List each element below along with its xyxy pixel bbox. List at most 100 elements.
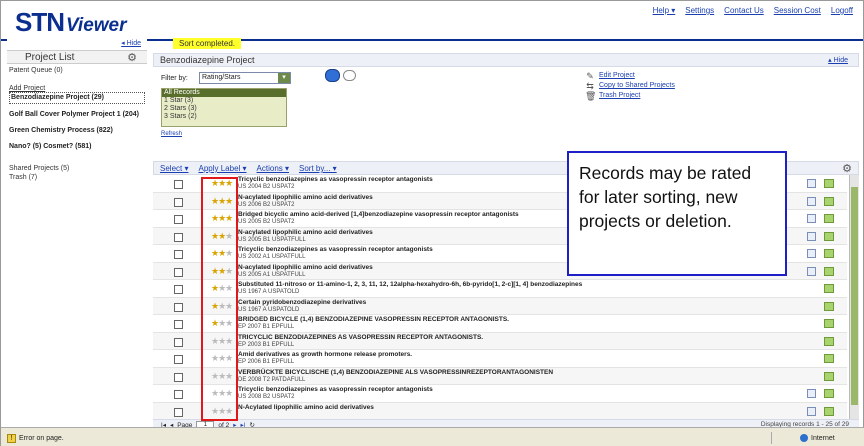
records-option[interactable]: 1 Star (3) (162, 97, 286, 105)
copy-to-shared-link[interactable]: Copy to Shared Projects (599, 81, 675, 91)
nav-help[interactable]: Help ▾ (653, 6, 676, 15)
actions-menu[interactable]: Actions ▾ (257, 164, 289, 173)
full-text-icon[interactable] (824, 196, 834, 206)
table-row[interactable]: ★★★ TRICYCLIC BENZODIAZEPINES AS VASOPRES… (153, 332, 847, 350)
full-text-icon[interactable] (824, 214, 834, 223)
project-item-green-chemistry[interactable]: Green Chemistry Process (822) (9, 127, 147, 135)
row-checkbox[interactable] (174, 355, 183, 364)
full-text-icon[interactable] (824, 319, 834, 328)
full-text-icon[interactable] (824, 336, 834, 346)
record-title[interactable]: Substituted 11-nitroso or 11-amino-1, 2,… (238, 281, 582, 288)
document-icon[interactable] (807, 179, 816, 188)
record-title[interactable]: Tricyclic benzodiazepines as vasopressin… (238, 386, 433, 393)
record-title[interactable]: N-acylated lipophilic amino acid derivat… (238, 229, 373, 236)
row-checkbox[interactable] (174, 390, 183, 399)
full-text-icon[interactable] (824, 231, 834, 241)
record-title[interactable]: Bridged bicyclic amino acid-derived [1,4… (238, 211, 519, 218)
row-checkbox[interactable] (174, 232, 183, 242)
document-icon[interactable] (807, 266, 816, 276)
record-title[interactable]: N-acylated lipophilic amino acid derivat… (238, 264, 373, 271)
filter-select[interactable]: Rating/Stars ▾ (199, 72, 291, 84)
document-icon[interactable] (807, 196, 816, 206)
row-checkbox[interactable] (174, 407, 183, 417)
table-row[interactable]: ★★★ Tricyclic benzodiazepines as vasopres… (153, 385, 847, 403)
warning-icon[interactable]: ! (7, 434, 16, 443)
project-item-nano[interactable]: Nano? (5) Cosmet? (581) (9, 143, 147, 151)
document-icon[interactable] (807, 231, 816, 241)
table-row[interactable]: ★★★ N-Acylated lipophilic amino acid deri… (153, 402, 847, 419)
chevron-down-icon[interactable]: ▾ (278, 73, 290, 83)
nav-logoff[interactable]: Logoff (831, 6, 853, 15)
document-icon[interactable] (807, 214, 816, 223)
gear-icon[interactable]: ⚙ (127, 51, 137, 64)
record-title[interactable]: Tricyclic benzodiazepines as vasopressin… (238, 246, 433, 253)
sort-by-menu[interactable]: Sort by... ▾ (299, 164, 337, 173)
row-checkbox[interactable] (174, 197, 183, 207)
row-checkbox[interactable] (174, 180, 183, 189)
record-title[interactable]: Tricyclic benzodiazepines as vasopressin… (238, 176, 433, 183)
view-toggle[interactable] (325, 69, 359, 83)
trash-project-link[interactable]: Trash Project (599, 91, 640, 101)
row-checkbox[interactable] (174, 302, 183, 312)
nav-contact-us[interactable]: Contact Us (724, 6, 764, 15)
document-icon[interactable] (807, 249, 816, 258)
record-title[interactable]: Certain pyridobenzodiazepine derivatives (238, 299, 366, 306)
row-checkbox[interactable] (174, 215, 183, 224)
status-error-text[interactable]: Error on page. (19, 435, 64, 442)
table-row[interactable]: ★★★ Amid derivatives as growth hormone re… (153, 350, 847, 368)
trash[interactable]: Trash (7) (9, 174, 37, 182)
apply-label-menu[interactable]: Apply Label ▾ (198, 164, 246, 173)
gear-icon[interactable]: ⚙ (842, 162, 852, 175)
record-title[interactable]: N-acylated lipophilic amino acid derivat… (238, 194, 373, 201)
table-row[interactable]: ★★★ BRIDGED BICYCLE (1,4) BENZODIAZEPINE … (153, 315, 847, 333)
hide-project-details-link[interactable]: ▴ Hide (828, 56, 848, 64)
browser-status-bar: ! Error on page. Internet (1, 427, 864, 446)
full-text-icon[interactable] (824, 249, 834, 258)
row-checkbox[interactable] (174, 337, 183, 347)
records-option[interactable]: 3 Stars (2) (162, 113, 286, 121)
nav-settings[interactable]: Settings (685, 6, 714, 15)
records-filter-list[interactable]: All Records 1 Star (3) 2 Stars (3) 3 Sta… (161, 88, 287, 127)
patent-queue[interactable]: Patent Queue (0) (9, 67, 63, 75)
select-menu[interactable]: Select ▾ (160, 164, 188, 173)
record-title[interactable]: VERBRÜCKTE BICYCLISCHE (1,4) BENZODIAZEP… (238, 369, 553, 376)
full-text-icon[interactable] (824, 354, 834, 363)
document-icon[interactable] (807, 389, 816, 398)
row-checkbox[interactable] (174, 250, 183, 259)
project-item-golf-ball[interactable]: Golf Ball Cover Polymer Project 1 (204) (9, 111, 147, 119)
full-text-icon[interactable] (824, 301, 834, 311)
table-row[interactable]: ★★★ VERBRÜCKTE BICYCLISCHE (1,4) BENZODIA… (153, 367, 847, 385)
document-icon[interactable] (807, 406, 816, 416)
records-option[interactable]: 2 Stars (3) (162, 105, 286, 113)
rating-highlight-box (201, 177, 238, 421)
row-checkbox[interactable] (174, 267, 183, 277)
toggle-on-icon[interactable] (325, 69, 340, 82)
full-text-icon[interactable] (824, 179, 834, 188)
toggle-off-icon[interactable] (343, 70, 356, 81)
hide-left-panel-link[interactable]: ◂ Hide (121, 39, 141, 47)
full-text-icon[interactable] (824, 406, 834, 416)
row-checkbox[interactable] (174, 320, 183, 329)
filter-select-value: Rating/Stars (202, 74, 241, 81)
full-text-icon[interactable] (824, 389, 834, 398)
full-text-icon[interactable] (824, 266, 834, 276)
nav-session-cost[interactable]: Session Cost (774, 6, 821, 15)
records-scrollbar[interactable] (849, 175, 859, 419)
table-row[interactable]: ★★★ Certain pyridobenzodiazepine derivati… (153, 297, 847, 315)
full-text-icon[interactable] (824, 284, 834, 293)
refresh-link[interactable]: Refresh (161, 131, 182, 137)
record-source: US 2004 B2 USPAT2 (238, 184, 295, 190)
full-text-icon[interactable] (824, 371, 834, 381)
table-row[interactable]: ★★★ Substituted 11-nitroso or 11-amino-1,… (153, 280, 847, 298)
record-title[interactable]: Amid derivatives as growth hormone relea… (238, 351, 412, 358)
records-option[interactable]: All Records (162, 89, 286, 97)
row-checkbox[interactable] (174, 285, 183, 294)
row-checkbox[interactable] (174, 372, 183, 382)
record-title[interactable]: TRICYCLIC BENZODIAZEPINES AS VASOPRESSIN… (238, 334, 483, 341)
project-item-benzodiazepine[interactable]: Benzodiazepine Project (29) (9, 92, 145, 104)
shared-projects[interactable]: Shared Projects (5) (9, 165, 69, 173)
record-title[interactable]: BRIDGED BICYCLE (1,4) BENZODIAZEPINE VAS… (238, 316, 509, 323)
record-title[interactable]: N-Acylated lipophilic amino acid derivat… (238, 404, 374, 411)
scrollbar-thumb[interactable] (851, 187, 858, 405)
edit-project-link[interactable]: Edit Project (599, 71, 635, 81)
